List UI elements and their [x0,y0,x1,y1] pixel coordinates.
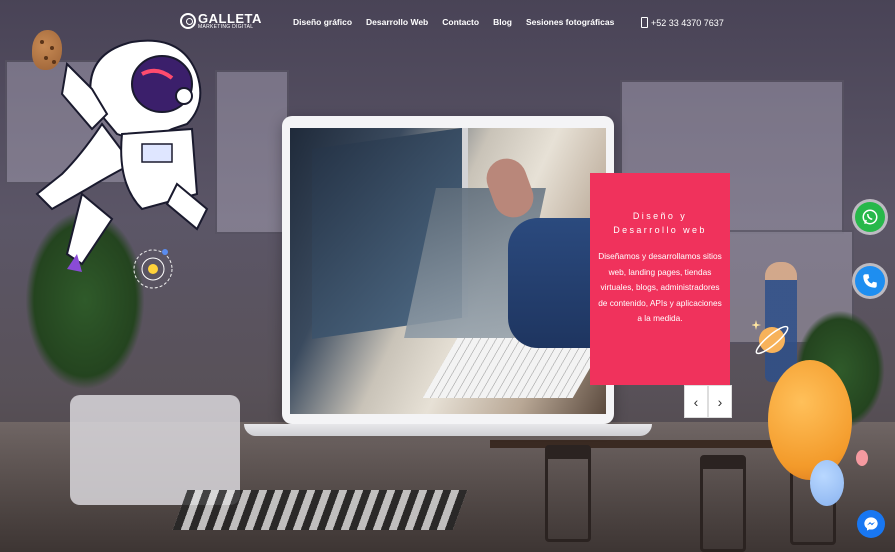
slide-caption-card: Diseño y Desarrollo web Diseñamos y desa… [590,173,730,385]
nav-item-desarrollo-web[interactable]: Desarrollo Web [366,17,428,27]
call-button[interactable] [855,266,885,296]
blue-planet-illustration [810,460,844,506]
background-chair [545,445,591,542]
slide-title: Diseño y Desarrollo web [613,211,707,235]
background-window [215,70,289,234]
astronaut-illustration [35,39,209,272]
slide-image [290,128,606,414]
laptop-base [244,424,652,436]
pink-planet-illustration [856,450,868,466]
messenger-button[interactable] [857,510,885,538]
phone-number: +52 33 4370 7637 [651,17,724,28]
slider-prev-button[interactable]: ‹ [684,385,708,418]
background-rug [172,490,468,530]
phone-icon [863,274,877,288]
logo-subtitle: MARKETING DIGITAL [198,24,254,30]
background-table [490,440,790,448]
slider-next-button[interactable]: › [708,385,732,418]
orbit-illustration [133,249,173,289]
orange-planet-illustration [768,360,852,480]
nav-item-sesiones-fotograficas[interactable]: Sesiones fotográficas [526,17,614,27]
messenger-icon [864,517,878,531]
main-nav: Diseño gráfico Desarrollo Web Contacto B… [293,17,614,27]
logo-mark-icon [180,13,196,29]
whatsapp-button[interactable] [855,202,885,232]
ringed-planet-illustration [752,320,789,355]
mobile-phone-icon [641,17,648,28]
nav-item-contacto[interactable]: Contacto [442,17,479,27]
slide-description: Diseñamos y desarrollamos sitios web, la… [598,251,722,323]
background-sofa [70,395,240,505]
header-phone[interactable]: +52 33 4370 7637 [641,17,724,28]
nav-item-blog[interactable]: Blog [493,17,512,27]
logo[interactable]: GALLETA MARKETING DIGITAL [180,12,262,30]
background-chair [700,455,746,552]
nav-item-diseno-grafico[interactable]: Diseño gráfico [293,17,352,27]
whatsapp-icon [862,209,878,225]
